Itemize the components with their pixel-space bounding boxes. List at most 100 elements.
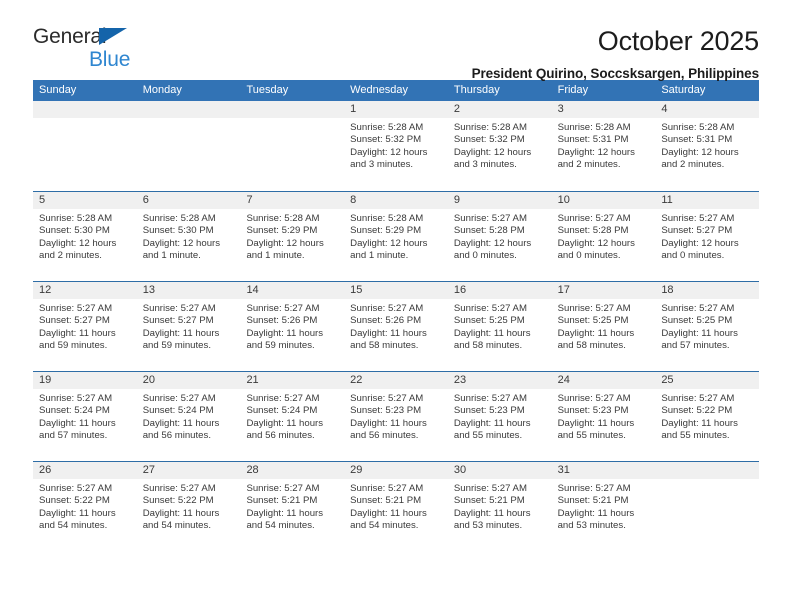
day-cell[interactable]: 31 Sunrise: 5:27 AM Sunset: 5:21 PM Dayligh… <box>551 462 656 551</box>
day-detail-line: and 2 minutes. <box>557 158 621 170</box>
day-cell[interactable]: 24 Sunrise: 5:27 AM Sunset: 5:23 PM Dayligh… <box>551 372 656 461</box>
day-detail-line: Daylight: 12 hours <box>350 237 428 249</box>
day-detail-line: Sunrise: 5:27 AM <box>142 393 216 404</box>
day-detail-line: Sunset: 5:25 PM <box>557 315 629 327</box>
day-detail-line: Daylight: 11 hours <box>39 507 116 519</box>
day-detail-line: Daylight: 11 hours <box>246 417 324 429</box>
day-detail-line: Sunset: 5:27 PM <box>661 225 733 237</box>
day-detail-line: Sunrise: 5:27 AM <box>557 303 631 314</box>
day-number: 18 <box>655 282 760 299</box>
day-cell[interactable]: 9 Sunrise: 5:27 AM Sunset: 5:28 PM Daylight… <box>447 192 552 281</box>
day-number: 7 <box>240 192 345 209</box>
day-cell[interactable]: 21 Sunrise: 5:27 AM Sunset: 5:24 PM Dayligh… <box>240 372 345 461</box>
day-detail-line: and 54 minutes. <box>350 519 419 531</box>
day-cell[interactable]: 23 Sunrise: 5:27 AM Sunset: 5:23 PM Dayligh… <box>447 372 552 461</box>
day-detail-line: Sunset: 5:24 PM <box>246 405 318 417</box>
calendar-week-row: 26 Sunrise: 5:27 AM Sunset: 5:22 PM Dayligh… <box>33 461 760 551</box>
day-number: 31 <box>551 462 656 479</box>
day-cell[interactable]: 26 Sunrise: 5:27 AM Sunset: 5:22 PM Dayligh… <box>33 462 137 551</box>
day-details: Sunrise: 5:27 AM Sunset: 5:24 PM Daylight:… <box>33 389 137 442</box>
day-number: 28 <box>240 462 345 479</box>
day-detail-line: and 2 minutes. <box>39 249 102 261</box>
day-number: 14 <box>240 282 345 299</box>
day-cell[interactable]: 15 Sunrise: 5:27 AM Sunset: 5:26 PM Dayligh… <box>344 282 448 371</box>
day-cell[interactable]: 7 Sunrise: 5:28 AM Sunset: 5:29 PM Daylight… <box>240 192 345 281</box>
weekday-header-monday: Monday <box>142 84 182 96</box>
day-detail-line: Sunset: 5:30 PM <box>39 225 110 237</box>
day-details: Sunrise: 5:27 AM Sunset: 5:23 PM Daylight:… <box>552 389 656 442</box>
day-number: 22 <box>344 372 448 389</box>
day-cell[interactable]: 5 Sunrise: 5:28 AM Sunset: 5:30 PM Daylight… <box>33 192 137 281</box>
weekday-header-row: Sunday Monday Tuesday Wednesday Thursday… <box>33 80 759 101</box>
day-detail-line: Daylight: 12 hours <box>453 146 532 158</box>
day-cell[interactable]: 1 Sunrise: 5:28 AM Sunset: 5:32 PM Daylight… <box>344 101 448 191</box>
day-detail-line: and 57 minutes. <box>39 429 108 441</box>
day-cell[interactable]: 13 Sunrise: 5:27 AM Sunset: 5:27 PM Dayligh… <box>136 282 241 371</box>
day-number: 29 <box>344 462 448 479</box>
day-detail-line: Sunset: 5:31 PM <box>557 134 629 146</box>
day-details: Sunrise: 5:28 AM Sunset: 5:32 PM Daylight:… <box>448 118 552 171</box>
day-cell[interactable]: 30 Sunrise: 5:27 AM Sunset: 5:21 PM Dayligh… <box>447 462 552 551</box>
day-number: 19 <box>33 372 137 389</box>
day-number: 23 <box>447 372 552 389</box>
day-detail-line: and 55 minutes. <box>557 429 626 441</box>
day-details: Sunrise: 5:28 AM Sunset: 5:31 PM Daylight:… <box>552 118 656 171</box>
day-detail-line: Sunrise: 5:28 AM <box>246 213 320 224</box>
day-detail-line: Sunrise: 5:27 AM <box>453 393 527 404</box>
day-detail-line: Daylight: 11 hours <box>350 417 427 429</box>
day-cell[interactable]: 8 Sunrise: 5:28 AM Sunset: 5:29 PM Daylight… <box>344 192 448 281</box>
day-detail-line: Daylight: 11 hours <box>246 327 324 339</box>
day-cell[interactable]: 29 Sunrise: 5:27 AM Sunset: 5:21 PM Dayligh… <box>344 462 448 551</box>
day-cell[interactable]: 17 Sunrise: 5:27 AM Sunset: 5:25 PM Dayligh… <box>551 282 656 371</box>
day-detail-line: and 58 minutes. <box>453 339 523 351</box>
day-cell-empty <box>240 101 345 191</box>
day-detail-line: and 0 minutes. <box>661 249 725 261</box>
day-detail-line: Daylight: 11 hours <box>661 417 738 429</box>
day-cell[interactable]: 25 Sunrise: 5:27 AM Sunset: 5:22 PM Dayligh… <box>655 372 760 461</box>
day-detail-line: Daylight: 11 hours <box>142 507 220 519</box>
day-cell[interactable]: 19 Sunrise: 5:27 AM Sunset: 5:24 PM Dayligh… <box>33 372 137 461</box>
day-detail-line: Sunrise: 5:27 AM <box>557 393 631 404</box>
day-detail-line: Sunrise: 5:27 AM <box>350 303 424 314</box>
day-detail-line: Sunset: 5:28 PM <box>453 225 525 237</box>
day-cell[interactable]: 16 Sunrise: 5:27 AM Sunset: 5:25 PM Dayligh… <box>447 282 552 371</box>
day-detail-line: Sunrise: 5:27 AM <box>453 213 527 224</box>
day-cell[interactable]: 12 Sunrise: 5:27 AM Sunset: 5:27 PM Dayligh… <box>33 282 137 371</box>
day-number: 3 <box>551 101 656 118</box>
day-detail-line: Sunset: 5:22 PM <box>39 495 110 507</box>
logo-text-blue: Blue <box>89 48 131 71</box>
day-detail-line: Sunrise: 5:28 AM <box>661 122 735 133</box>
day-cell[interactable]: 2 Sunrise: 5:28 AM Sunset: 5:32 PM Daylight… <box>447 101 552 191</box>
day-detail-line: Daylight: 12 hours <box>350 146 428 158</box>
day-cell[interactable]: 22 Sunrise: 5:27 AM Sunset: 5:23 PM Dayligh… <box>344 372 448 461</box>
day-cell[interactable]: 10 Sunrise: 5:27 AM Sunset: 5:28 PM Dayligh… <box>551 192 656 281</box>
day-detail-line: and 55 minutes. <box>661 429 730 441</box>
day-detail-line: Sunrise: 5:27 AM <box>39 303 113 314</box>
day-detail-line: and 58 minutes. <box>350 339 419 351</box>
day-cell[interactable]: 3 Sunrise: 5:28 AM Sunset: 5:31 PM Daylight… <box>551 101 656 191</box>
day-cell[interactable]: 4 Sunrise: 5:28 AM Sunset: 5:31 PM Daylight… <box>655 101 760 191</box>
day-cell[interactable]: 20 Sunrise: 5:27 AM Sunset: 5:24 PM Dayligh… <box>136 372 241 461</box>
day-detail-line: Sunrise: 5:27 AM <box>142 303 216 314</box>
day-detail-line: Daylight: 11 hours <box>350 327 427 339</box>
day-detail-line: Daylight: 11 hours <box>453 327 531 339</box>
day-cell[interactable]: 14 Sunrise: 5:27 AM Sunset: 5:26 PM Dayligh… <box>240 282 345 371</box>
day-details: Sunrise: 5:27 AM Sunset: 5:28 PM Daylight:… <box>448 209 552 262</box>
day-detail-line: Daylight: 12 hours <box>661 237 739 249</box>
day-cell[interactable]: 18 Sunrise: 5:27 AM Sunset: 5:25 PM Dayligh… <box>655 282 760 371</box>
day-number: 9 <box>447 192 552 209</box>
general-blue-logo[interactable]: General Blue <box>33 26 163 72</box>
day-detail-line: Daylight: 11 hours <box>661 327 738 339</box>
day-detail-line: Daylight: 11 hours <box>557 327 635 339</box>
day-cell[interactable]: 28 Sunrise: 5:27 AM Sunset: 5:21 PM Dayligh… <box>240 462 345 551</box>
day-number: 15 <box>344 282 448 299</box>
day-details: Sunrise: 5:28 AM Sunset: 5:31 PM Daylight:… <box>655 118 759 171</box>
day-detail-line: and 1 minute. <box>142 249 201 261</box>
day-cell[interactable]: 6 Sunrise: 5:28 AM Sunset: 5:30 PM Daylight… <box>136 192 241 281</box>
day-detail-line: Sunset: 5:25 PM <box>453 315 525 327</box>
day-cell[interactable]: 27 Sunrise: 5:27 AM Sunset: 5:22 PM Dayligh… <box>136 462 241 551</box>
day-cell[interactable]: 11 Sunrise: 5:27 AM Sunset: 5:27 PM Dayligh… <box>655 192 760 281</box>
day-number <box>655 462 760 479</box>
day-detail-line: Sunset: 5:32 PM <box>350 134 422 146</box>
day-number: 24 <box>551 372 656 389</box>
